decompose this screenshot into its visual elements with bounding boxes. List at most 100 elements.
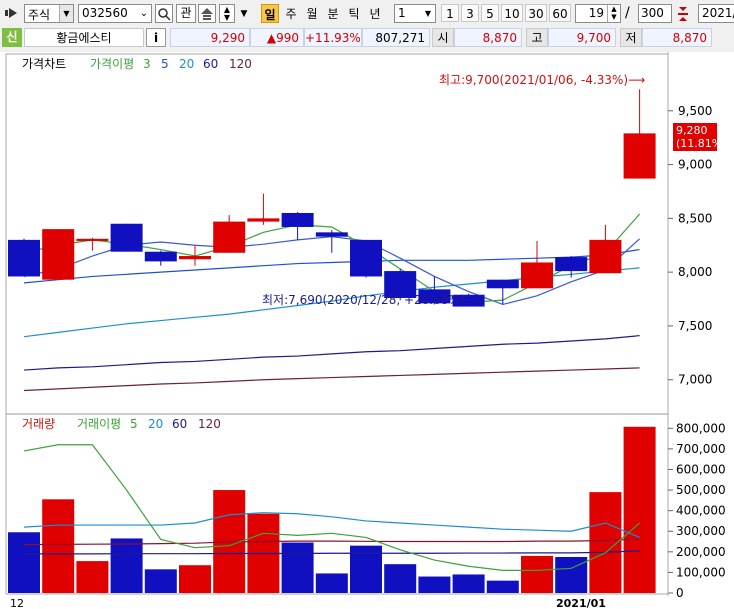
info-button[interactable]: i	[146, 28, 166, 47]
low-annotation: 최저:7,690(2020/12/28, +20.68%)⟶	[262, 293, 482, 307]
count-input[interactable]: 19 ▲ ▼	[575, 4, 621, 23]
volume-tick-label: 300,000	[676, 524, 726, 538]
volume-bar	[452, 574, 485, 593]
volume-bar	[555, 556, 588, 593]
price-tick-label: 7,500	[678, 319, 712, 333]
volume-bar	[144, 569, 177, 593]
menu-arrow-icon[interactable]	[4, 4, 22, 22]
volume-legend-ma60: 60	[172, 417, 187, 431]
tab-year[interactable]: 년	[366, 4, 384, 23]
chevron-down-icon[interactable]: ▼	[421, 5, 435, 22]
search-icon[interactable]	[155, 4, 173, 23]
period-button-30[interactable]: 30	[525, 4, 547, 22]
stepper-icon[interactable]: ▲ ▼	[607, 5, 620, 22]
volume-legend-title: 거래량	[22, 417, 55, 431]
market-select-value: 주식	[28, 8, 51, 22]
volume-bar	[76, 561, 109, 593]
volume-legend-ma: 거래이평	[77, 417, 121, 431]
candle-body	[144, 251, 177, 262]
candle-body	[247, 218, 280, 222]
stock-code-input[interactable]: 032560 ⌄	[78, 4, 152, 23]
total-input[interactable]: 300	[638, 4, 672, 23]
interval-select[interactable]: 1 ▼	[394, 4, 436, 23]
price-legend-ma: 가격이평	[90, 57, 134, 71]
high-annotation: 최고:9,700(2021/01/06, -4.33%)⟶	[439, 73, 645, 87]
price-legend-title: 가격차트	[22, 57, 66, 71]
zoom-icon[interactable]	[674, 4, 692, 23]
price-tick-label: 9,500	[678, 104, 712, 118]
count-separator: /	[625, 5, 630, 21]
period-button-1[interactable]: 1	[441, 4, 459, 22]
period-button-60[interactable]: 60	[549, 4, 571, 22]
volume-bar	[384, 564, 417, 593]
dropdown-icon[interactable]: ▼	[238, 4, 250, 23]
favorite-button[interactable]: 관	[176, 4, 196, 23]
stepper-icon[interactable]: ▲ ▼	[219, 4, 235, 23]
price-tick-label: 9,000	[678, 158, 712, 172]
volume-bar	[315, 573, 348, 593]
price-legend-ma3: 3	[143, 57, 151, 71]
candle-body	[623, 133, 656, 179]
candle-body	[110, 223, 143, 252]
count-value: 19	[588, 6, 604, 20]
candle-body	[486, 279, 519, 289]
volume-bar	[486, 580, 519, 593]
date-value: 2021/	[702, 6, 734, 20]
current-price: 9,290	[170, 28, 250, 47]
date-input[interactable]: 2021/	[698, 4, 734, 23]
high-label: 고	[526, 28, 548, 47]
volume-tick-label: 200,000	[676, 545, 726, 559]
price-change-pct: +11.93%	[304, 28, 362, 47]
low-label: 저	[620, 28, 642, 47]
tab-tick[interactable]: 틱	[345, 4, 363, 23]
chevron-down-icon[interactable]: ⌄	[137, 5, 151, 22]
price-legend-ma120: 120	[229, 57, 252, 71]
order-icon[interactable]	[198, 4, 216, 23]
total-value: 300	[641, 6, 664, 20]
stock-code-value: 032560	[82, 6, 128, 20]
volume-value: 807,271	[362, 28, 430, 47]
volume-legend-ma120: 120	[198, 417, 221, 431]
price-change: ▲990	[250, 28, 304, 47]
volume-tick-label: 800,000	[676, 421, 726, 435]
volume-tick-label: 100,000	[676, 565, 726, 579]
candle-body	[315, 232, 348, 237]
candle-body	[589, 239, 622, 274]
candle-body	[281, 212, 314, 227]
volume-bar	[623, 426, 656, 593]
volume-tick-label: 0	[676, 586, 684, 600]
volume-tick-label: 600,000	[676, 462, 726, 476]
x-axis-left-label: 12	[10, 597, 24, 609]
volume-bar	[179, 565, 211, 593]
price-legend-ma5: 5	[161, 57, 169, 71]
candle-body	[8, 239, 40, 277]
candle-body	[213, 221, 246, 253]
volume-tick-label: 500,000	[676, 483, 726, 497]
low-price: 8,870	[642, 28, 712, 47]
open-label: 시	[432, 28, 454, 47]
candle-body	[521, 262, 553, 289]
price-tick-label: 8,000	[678, 265, 712, 279]
x-axis-month-label: 2021/01	[556, 597, 606, 609]
price-tick-label: 8,500	[678, 211, 712, 225]
high-price: 9,700	[548, 28, 616, 47]
tab-minute[interactable]: 분	[324, 4, 342, 23]
market-select[interactable]: 주식 ▼	[24, 4, 74, 23]
volume-bar	[521, 555, 553, 593]
candle-body	[76, 238, 109, 241]
open-price: 8,870	[454, 28, 522, 47]
tab-daily[interactable]: 일	[261, 4, 279, 23]
period-button-10[interactable]: 10	[501, 4, 523, 22]
tab-weekly[interactable]: 주	[282, 4, 300, 23]
period-button-5[interactable]: 5	[481, 4, 499, 22]
candle-body	[555, 257, 588, 272]
chart-canvas[interactable]: 9,500 9,000 8,500 8,000 7,500 7,000 800,000 700…	[0, 52, 734, 609]
chevron-down-icon[interactable]: ▼	[59, 5, 73, 22]
volume-tick-label: 400,000	[676, 504, 726, 518]
volume-tick-label: 700,000	[676, 442, 726, 456]
volume-bar	[110, 538, 143, 593]
tab-monthly[interactable]: 월	[303, 4, 321, 23]
candle-body	[179, 256, 211, 260]
current-price-marker-value: 9,280	[676, 124, 708, 137]
period-button-3[interactable]: 3	[461, 4, 479, 22]
